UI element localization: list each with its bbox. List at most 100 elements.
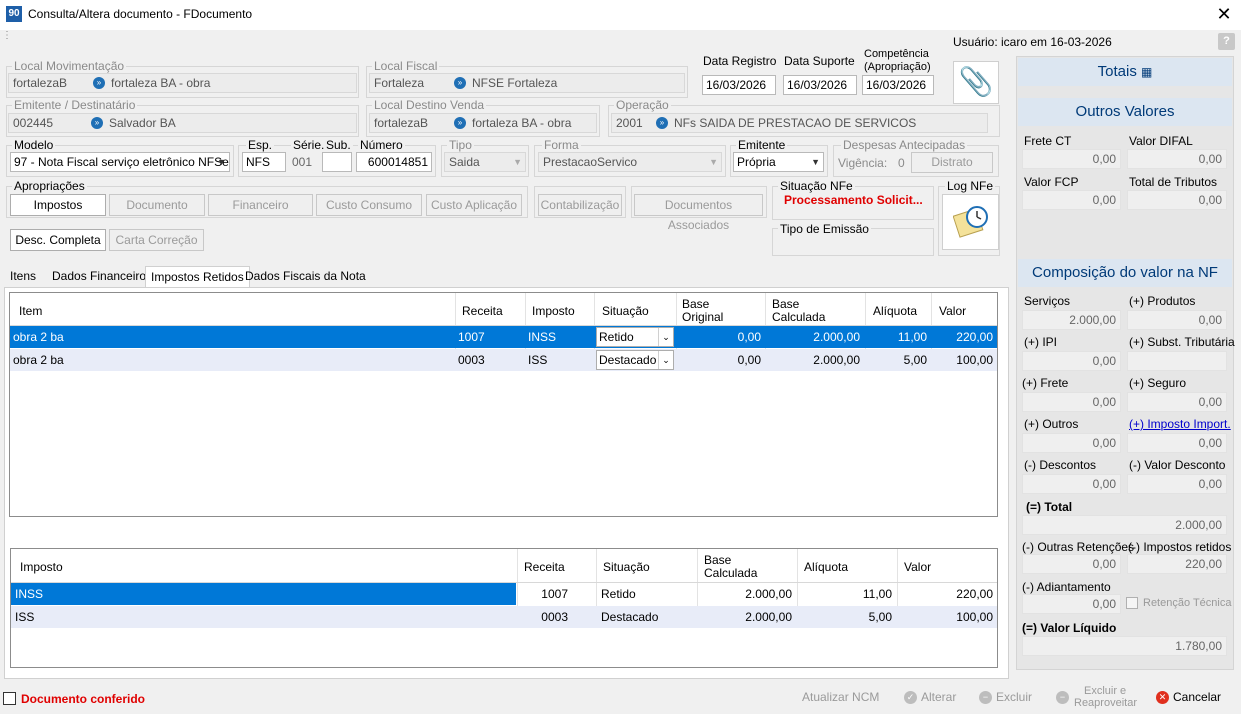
data-registro-field[interactable]: 16/03/2026 [702, 75, 776, 95]
frete-ct-value: 0,00 [1022, 149, 1121, 169]
distrato-button[interactable]: Distrato [911, 152, 993, 173]
lookup-icon[interactable]: » [656, 116, 668, 129]
documentos-associados-button[interactable]: Documentos Associados [634, 194, 763, 232]
cell-item: obra 2 ba [13, 330, 64, 344]
retencao-tecnica-checkbox[interactable] [1126, 597, 1138, 609]
minus-icon: − [979, 691, 992, 705]
impostos-button[interactable]: Impostos [10, 194, 106, 216]
adiantamento-value: 0,00 [1022, 594, 1121, 614]
custo-aplicacao-button[interactable]: Custo Aplicação [426, 194, 522, 216]
user-label: Usuário: icaro em 16-03-2026 [953, 35, 1112, 49]
tipo-select[interactable]: Saida ▼ [444, 152, 526, 172]
seguro-label: (+) Seguro [1129, 376, 1187, 390]
local-fiscal-field[interactable]: Fortaleza» NFSE Fortaleza [369, 73, 685, 93]
serie-label: Série. [291, 138, 327, 152]
lookup-icon[interactable]: » [454, 76, 466, 89]
tab-dados-fiscais[interactable]: Dados Fiscais da Nota [240, 266, 371, 287]
col-header-base-calculada[interactable]: Base Calculada [772, 298, 825, 324]
valor-fcp-label: Valor FCP [1024, 175, 1079, 189]
situacao-select[interactable]: Retido ⌄ [596, 327, 674, 347]
financeiro-button[interactable]: Financeiro [208, 194, 313, 216]
impostos-items-grid[interactable]: Item Receita Imposto Situação Base Origi… [9, 292, 998, 517]
esp-field[interactable]: NFS [242, 152, 286, 172]
operacao-field[interactable]: 2001» NFs SAIDA DE PRESTACAO DE SERVICOS [611, 113, 988, 133]
custo-consumo-button[interactable]: Custo Consumo [316, 194, 422, 216]
table-row[interactable]: ISS 0003 Destacado 2.000,00 5,00 100,00 [11, 606, 997, 628]
help-icon[interactable]: ? [1218, 33, 1235, 50]
atualizar-ncm-button[interactable]: Atualizar NCM [802, 690, 879, 704]
tab-dados-financeiros[interactable]: Dados Financeiros [47, 266, 157, 287]
title-bar: 90 Consulta/Altera documento - FDocument… [0, 0, 1241, 30]
produtos-label: (+) Produtos [1129, 294, 1196, 308]
local-destino-field[interactable]: fortalezaB» fortaleza BA - obra [369, 113, 597, 133]
lookup-icon[interactable]: » [454, 116, 466, 129]
impostos-summary-grid[interactable]: Imposto Receita Situação Base Calculada … [10, 548, 998, 668]
col-header-imposto[interactable]: Imposto [20, 561, 63, 574]
table-row[interactable]: obra 2 ba 0003 ISS Destacado ⌄ 0,00 2.00… [10, 349, 997, 371]
col-header-base-original[interactable]: Base Original [682, 298, 723, 324]
total-value: 2.000,00 [1022, 515, 1227, 535]
cell-imposto: ISS [528, 353, 548, 367]
local-fiscal-label: Local Fiscal [372, 59, 440, 73]
col-header-aliquota[interactable]: Alíquota [873, 305, 917, 318]
col-header-imposto[interactable]: Imposto [532, 305, 575, 318]
local-mov-field[interactable]: fortalezaB» fortaleza BA - obra [8, 73, 357, 93]
col-header-item[interactable]: Item [19, 305, 42, 318]
emitente-field[interactable]: 002445» Salvador BA [8, 113, 357, 133]
emitente-label: Emitente / Destinatário [12, 98, 138, 112]
valor-difal-label: Valor DIFAL [1129, 134, 1193, 148]
sub-field[interactable] [322, 152, 352, 172]
col-header-valor[interactable]: Valor [904, 561, 931, 574]
competencia-field[interactable]: 16/03/2026 [862, 75, 934, 95]
cell-aliquota: 5,00 [903, 353, 927, 367]
col-header-situacao[interactable]: Situação [603, 561, 650, 574]
frete-ct-label: Frete CT [1024, 134, 1072, 148]
forma-select[interactable]: PrestacaoServico ▼ [538, 152, 722, 172]
numero-field[interactable]: 600014851 [356, 152, 432, 172]
valor-difal-value: 0,00 [1127, 149, 1227, 169]
close-icon[interactable]: ✕ [1212, 2, 1236, 26]
chevron-down-icon: ▼ [217, 157, 226, 167]
excluir-button[interactable]: − Excluir [979, 690, 1032, 705]
log-nfe-button[interactable] [942, 194, 999, 250]
ipi-value: 0,00 [1022, 351, 1121, 371]
table-row[interactable]: obra 2 ba 1007 INSS Retido ⌄ 0,00 2.000,… [10, 326, 997, 348]
alterar-button[interactable]: ✓ Alterar [904, 690, 956, 705]
lookup-icon[interactable]: » [91, 116, 103, 129]
excluir-reaproveitar-button[interactable]: − Excluir e Reaproveitar [1056, 685, 1137, 709]
col-header-base-calculada[interactable]: Base Calculada [704, 554, 757, 580]
col-header-receita[interactable]: Receita [462, 305, 503, 318]
col-header-situacao[interactable]: Situação [602, 305, 649, 318]
situacao-select[interactable]: Destacado ⌄ [596, 350, 674, 370]
desc-completa-button[interactable]: Desc. Completa [10, 229, 106, 251]
cell-receita: 1007 [541, 587, 568, 601]
col-header-receita[interactable]: Receita [524, 561, 565, 574]
tab-impostos-retidos[interactable]: Impostos Retidos [145, 266, 250, 287]
col-header-valor[interactable]: Valor [939, 305, 966, 318]
attach-button[interactable]: 📎 [953, 61, 999, 104]
composicao-header: Composição do valor na NF [1018, 259, 1232, 287]
conferido-checkbox[interactable] [3, 692, 16, 705]
table-row[interactable]: INSS 1007 Retido 2.000,00 11,00 220,00 [11, 583, 997, 605]
cell-base-calculada: 2.000,00 [813, 353, 860, 367]
contabilizacao-button[interactable]: Contabilização [538, 194, 622, 216]
chevron-down-icon: ⌄ [658, 351, 673, 369]
cell-receita: 0003 [458, 353, 485, 367]
cell-receita: 1007 [458, 330, 485, 344]
data-suporte-field[interactable]: 16/03/2026 [783, 75, 857, 95]
documento-button[interactable]: Documento [109, 194, 205, 216]
chevron-down-icon: ▼ [513, 157, 522, 167]
imposto-import-link[interactable]: (+) Imposto Import. [1129, 417, 1231, 431]
modelo-select[interactable]: 97 - Nota Fiscal serviço eletrônico NFSe… [10, 152, 230, 172]
tipo-emissao-label: Tipo de Emissão [778, 222, 871, 236]
cell-item: obra 2 ba [13, 353, 64, 367]
totais-header: Totais ▦ [1018, 58, 1232, 86]
cell-situacao: Destacado [601, 610, 659, 624]
tab-itens[interactable]: Itens [5, 266, 41, 287]
outros-label: (+) Outros [1024, 417, 1079, 431]
cancelar-button[interactable]: ✕ Cancelar [1156, 690, 1221, 705]
carta-correcao-button[interactable]: Carta Correção [109, 229, 204, 251]
lookup-icon[interactable]: » [93, 76, 105, 89]
col-header-aliquota[interactable]: Alíquota [804, 561, 848, 574]
emitente-select[interactable]: Própria ▼ [733, 152, 824, 172]
